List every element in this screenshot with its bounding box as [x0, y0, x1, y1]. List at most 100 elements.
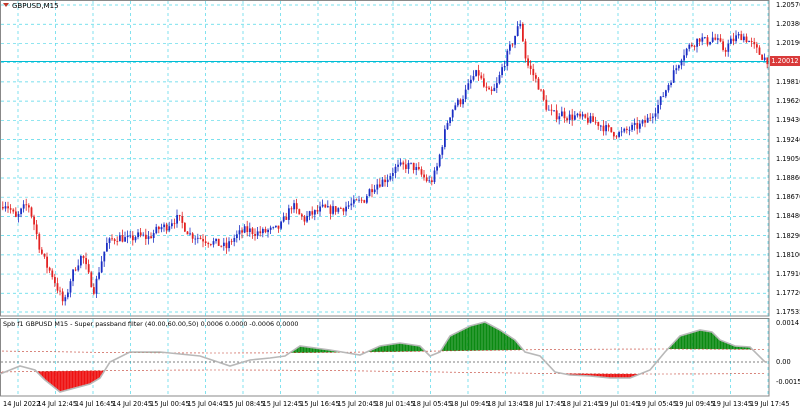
price-tick-label: 1.19430: [776, 116, 800, 125]
time-tick-label: 15 Jul 04:45: [187, 400, 228, 408]
candle-body: [524, 41, 527, 59]
candle-body: [20, 208, 22, 215]
candle-body: [628, 129, 631, 131]
candle-body: [394, 166, 397, 174]
candle-body: [373, 189, 376, 193]
candle-body: [516, 26, 519, 36]
candle-body: [425, 177, 428, 182]
candle-body: [134, 237, 137, 241]
time-tick-label: 19 Jul 05:45: [637, 400, 678, 408]
candle-body: [46, 256, 48, 268]
candle-body: [405, 164, 407, 169]
candle-body: [563, 111, 566, 119]
main-chart[interactable]: [0, 0, 800, 411]
candle-body: [620, 131, 623, 133]
candle-body: [147, 236, 150, 239]
indicator-title: Spb f1 GBPUSD M15 - Super passband filte…: [3, 320, 299, 328]
candle-body: [470, 79, 472, 84]
candle-body: [384, 179, 386, 183]
candle-body: [498, 75, 501, 84]
indicator-frame: [0, 318, 770, 397]
candle-body: [592, 116, 594, 122]
candle-body: [358, 199, 360, 201]
candle-body: [706, 37, 709, 45]
candle-body: [743, 36, 745, 41]
candle-body: [329, 206, 332, 214]
price-tick-label: 1.20380: [776, 20, 800, 29]
candle-body: [691, 44, 693, 47]
candle-body: [223, 242, 225, 247]
candle-body: [340, 208, 342, 209]
candle-body: [483, 78, 485, 87]
candle-body: [366, 196, 368, 203]
candle-body: [428, 180, 431, 182]
candle-body: [277, 225, 280, 229]
candle-body: [587, 117, 589, 123]
candle-body: [688, 44, 691, 49]
candle-body: [225, 242, 228, 249]
triangle-down-icon[interactable]: [3, 3, 9, 7]
candle-body: [613, 132, 615, 137]
price-tick-label: 1.18480: [776, 212, 800, 221]
candle-body: [43, 253, 46, 257]
candle-body: [337, 208, 340, 212]
candle-body: [61, 291, 64, 302]
candle-body: [758, 47, 761, 55]
candle-body: [72, 269, 74, 282]
candle-body: [290, 208, 293, 210]
candle-body: [121, 235, 124, 242]
candle-body: [106, 242, 108, 252]
candle-body: [56, 283, 59, 291]
candle-body: [80, 256, 82, 266]
candle-body: [316, 210, 319, 212]
candle-body: [77, 265, 80, 271]
price-tick-label: 1.18670: [776, 193, 800, 202]
indicator-tick-label: -0.0015: [776, 378, 800, 386]
candle-body: [542, 90, 545, 100]
candle-body: [220, 245, 223, 247]
candle-body: [662, 96, 665, 98]
chart-window[interactable]: GBPUSD,M15 1.205701.203801.201901.200001…: [0, 0, 800, 411]
time-tick-label: 15 Jul 08:45: [225, 400, 265, 408]
time-tick-label: 15 Jul 12:45: [262, 400, 303, 408]
price-tick-label: 1.19240: [776, 135, 800, 144]
candle-body: [561, 111, 563, 117]
candle-body: [594, 121, 597, 123]
candle-body: [171, 223, 173, 227]
candle-body: [184, 222, 186, 232]
candle-body: [753, 41, 756, 45]
price-tick-label: 1.19050: [776, 154, 800, 163]
candle-body: [732, 38, 735, 42]
time-tick-label: 15 Jul 16:45: [300, 400, 340, 408]
candle-body: [33, 216, 35, 225]
candle-body: [444, 129, 446, 148]
candle-body: [431, 180, 433, 183]
candle-body: [626, 128, 628, 130]
candle-body: [311, 211, 314, 215]
candle-body: [295, 203, 298, 210]
candle-body: [160, 227, 163, 230]
candle-body: [535, 75, 537, 79]
candle-body: [355, 199, 358, 201]
candle-body: [150, 236, 152, 239]
candle-body: [532, 68, 535, 76]
symbol-title[interactable]: GBPUSD,M15: [3, 2, 59, 11]
time-tick-label: 14 Jul 2022: [3, 400, 41, 408]
candle-body: [25, 204, 28, 206]
candle-body: [766, 57, 769, 65]
candle-body: [576, 113, 579, 116]
candle-body: [108, 238, 111, 243]
time-tick-label: 19 Jul 17:45: [750, 400, 790, 408]
time-tick-label: 15 Jul 20:45: [337, 400, 378, 408]
candle-body: [451, 109, 454, 118]
candle-body: [2, 206, 4, 209]
candle-body: [436, 166, 438, 171]
candle-body: [100, 261, 103, 273]
candle-body: [610, 127, 613, 133]
candle-body: [397, 164, 399, 167]
candle-body: [454, 105, 457, 110]
candle-body: [363, 200, 366, 203]
candle-body: [550, 109, 553, 111]
candle-body: [698, 38, 701, 42]
candle-body: [82, 256, 85, 259]
